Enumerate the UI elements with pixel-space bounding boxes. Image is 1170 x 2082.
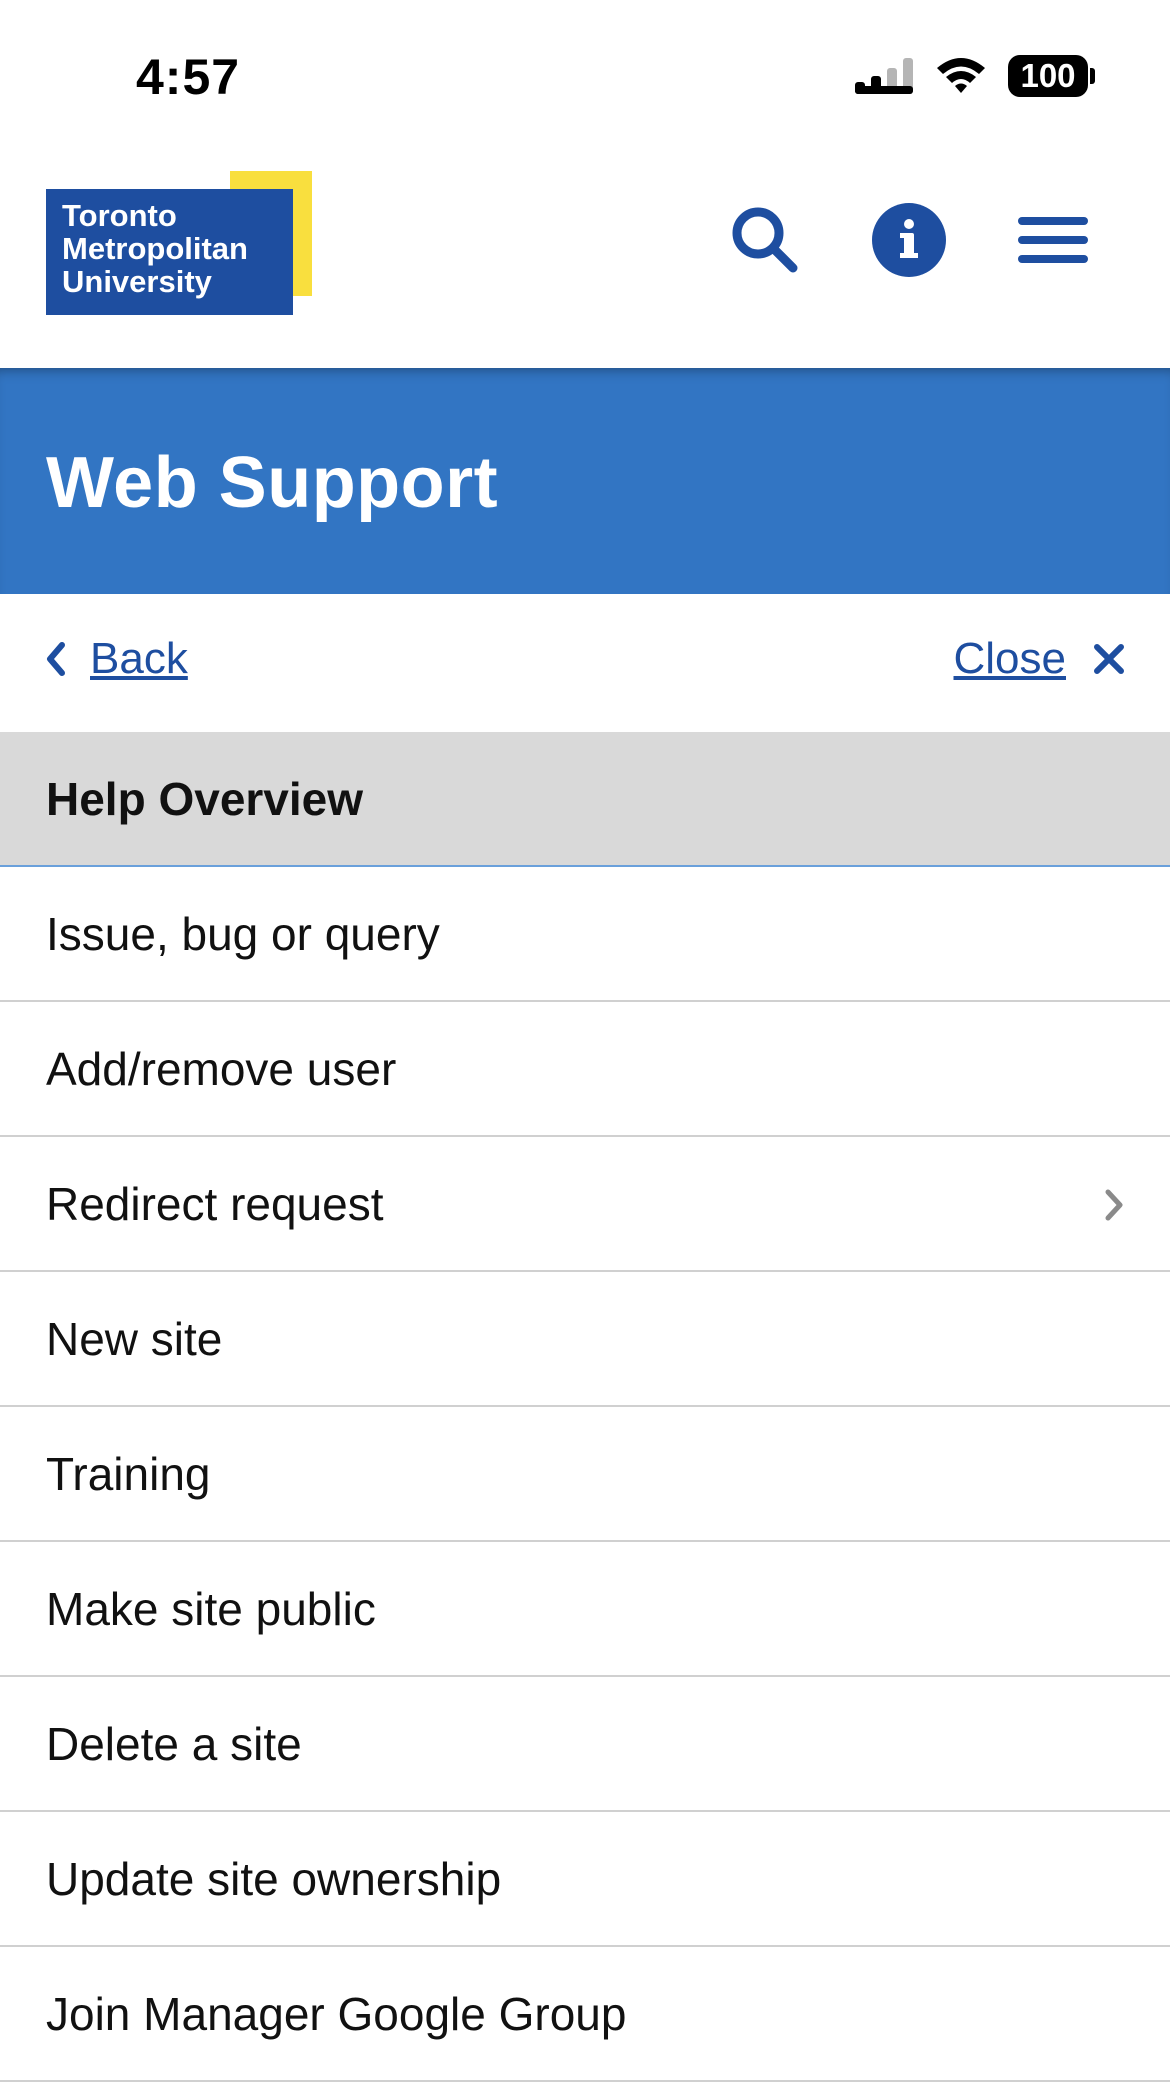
back-link[interactable]: Back: [44, 634, 188, 684]
page-banner: Web Support: [0, 368, 1170, 594]
menu-item-label: New site: [46, 1312, 223, 1365]
menu-item-new-site[interactable]: New site: [0, 1272, 1170, 1407]
search-button[interactable]: [725, 200, 805, 280]
menu-item-redirect-request[interactable]: Redirect request: [0, 1137, 1170, 1272]
chevron-left-icon: [47, 642, 65, 676]
hamburger-menu-icon: [1018, 217, 1088, 263]
menu-item-join-manager-google-group[interactable]: Join Manager Google Group: [0, 1947, 1170, 2082]
menu-item-label: Training: [46, 1447, 211, 1500]
menu-item-delete-site[interactable]: Delete a site: [0, 1677, 1170, 1812]
logo-wordmark: Toronto Metropolitan University: [46, 189, 293, 315]
menu-button[interactable]: [1013, 200, 1093, 280]
university-logo[interactable]: Toronto Metropolitan University: [46, 171, 312, 316]
close-icon: [1094, 644, 1124, 674]
battery-tip: [1090, 68, 1095, 84]
close-label: Close: [953, 634, 1067, 683]
logo-line-3: University: [62, 264, 212, 299]
menu-item-label: Update site ownership: [46, 1852, 502, 1905]
status-bar: 4:57 100: [0, 0, 1170, 150]
cellular-signal-icon: [855, 56, 917, 101]
menu-item-update-site-ownership[interactable]: Update site ownership: [0, 1812, 1170, 1947]
menu-item-label: Add/remove user: [46, 1042, 397, 1095]
menu-nav-bar: Back Close: [0, 594, 1170, 732]
chevron-right-icon: [1105, 1189, 1123, 1221]
logo-line-1: Toronto: [62, 198, 177, 233]
menu-item-training[interactable]: Training: [0, 1407, 1170, 1542]
help-menu-list: Help Overview Issue, bug or query Add/re…: [0, 732, 1170, 2082]
menu-item-label: Issue, bug or query: [46, 907, 440, 960]
search-icon: [732, 207, 798, 273]
info-icon: [872, 203, 946, 277]
status-time: 4:57: [136, 49, 241, 105]
menu-item-make-site-public[interactable]: Make site public: [0, 1542, 1170, 1677]
menu-item-label: Join Manager Google Group: [46, 1987, 627, 2040]
page-title: Web Support: [46, 443, 499, 523]
logo-line-2: Metropolitan: [62, 231, 248, 266]
menu-item-issue-bug-query[interactable]: Issue, bug or query: [0, 867, 1170, 1002]
close-link[interactable]: Close: [954, 634, 1127, 684]
wifi-icon: [935, 54, 987, 101]
back-label: Back: [90, 634, 188, 683]
menu-item-label: Help Overview: [46, 772, 364, 825]
menu-item-label: Delete a site: [46, 1717, 302, 1770]
menu-item-help-overview[interactable]: Help Overview: [0, 732, 1170, 867]
menu-item-label: Make site public: [46, 1582, 376, 1635]
battery-icon: 100: [1008, 55, 1088, 97]
site-header: Toronto Metropolitan University: [0, 150, 1170, 368]
info-button[interactable]: [869, 200, 949, 280]
menu-item-label: Redirect request: [46, 1177, 384, 1230]
menu-item-add-remove-user[interactable]: Add/remove user: [0, 1002, 1170, 1137]
